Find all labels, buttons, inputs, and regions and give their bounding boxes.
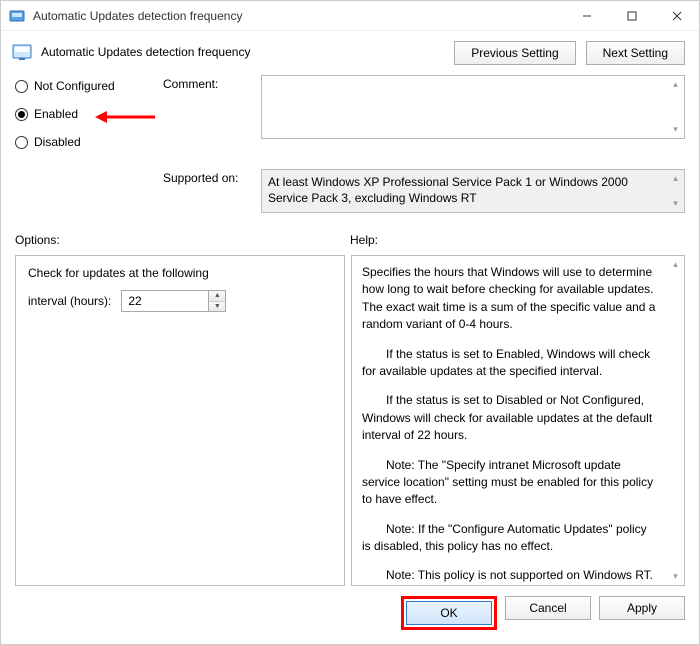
section-labels: Options: Help: [1,213,699,251]
previous-setting-button[interactable]: Previous Setting [454,41,575,65]
help-paragraph: Note: If the "Configure Automatic Update… [362,521,658,556]
help-paragraph: If the status is set to Disabled or Not … [362,392,658,444]
window-title: Automatic Updates detection frequency [33,9,564,23]
policy-icon [11,41,33,63]
scrollbar[interactable]: ▴ ▾ [667,76,684,138]
scroll-up-icon[interactable]: ▴ [667,170,684,187]
options-text: Check for updates at the following [28,266,332,280]
annotation-arrow [95,110,155,124]
comment-textarea[interactable]: ▴ ▾ [261,75,685,139]
scrollbar[interactable]: ▴ ▾ [667,256,684,585]
comment-label: Comment: [163,75,253,91]
scrollbar[interactable]: ▴ ▾ [667,170,684,212]
spin-up-icon[interactable]: ▲ [209,291,225,302]
meta-fields: Comment: ▴ ▾ Supported on: At least Wind… [163,75,685,213]
scroll-down-icon[interactable]: ▾ [667,121,684,138]
cancel-button[interactable]: Cancel [505,596,591,620]
config-area: Not Configured Enabled Disabled Comment: [1,69,699,213]
help-label: Help: [350,233,685,247]
radio-not-configured[interactable]: Not Configured [15,79,145,93]
apply-button[interactable]: Apply [599,596,685,620]
header: Automatic Updates detection frequency Pr… [1,31,699,69]
supported-on-text: At least Windows XP Professional Service… [268,175,628,205]
window-buttons [564,1,699,30]
radio-icon [15,108,28,121]
scroll-up-icon[interactable]: ▴ [667,76,684,93]
scroll-down-icon[interactable]: ▾ [667,195,684,212]
policy-title: Automatic Updates detection frequency [41,45,250,59]
radio-label: Disabled [34,135,81,149]
app-icon [9,8,25,24]
dialog-window: Automatic Updates detection frequency [0,0,700,645]
ok-button[interactable]: OK [406,601,492,625]
help-panel: Specifies the hours that Windows will us… [351,255,685,586]
supported-label: Supported on: [163,169,253,185]
options-label: Options: [15,233,350,247]
titlebar: Automatic Updates detection frequency [1,1,699,31]
minimize-button[interactable] [564,1,609,30]
help-paragraph: If the status is set to Enabled, Windows… [362,346,658,381]
maximize-button[interactable] [609,1,654,30]
spin-down-icon[interactable]: ▼ [209,302,225,312]
interval-label: interval (hours): [28,294,111,308]
radio-icon [15,80,28,93]
radio-icon [15,136,28,149]
help-paragraph: Specifies the hours that Windows will us… [362,264,658,334]
dialog-footer: OK Cancel Apply [1,586,699,644]
help-paragraph: Note: The "Specify intranet Microsoft up… [362,457,658,509]
radio-label: Not Configured [34,79,115,93]
supported-on-box: At least Windows XP Professional Service… [261,169,685,213]
help-paragraph: Note: This policy is not supported on Wi… [362,567,658,586]
interval-spinner[interactable]: ▲ ▼ [121,290,226,312]
content-panes: Check for updates at the following inter… [1,251,699,586]
radio-disabled[interactable]: Disabled [15,135,145,149]
scroll-up-icon[interactable]: ▴ [667,256,684,273]
next-setting-button[interactable]: Next Setting [586,41,685,65]
scroll-down-icon[interactable]: ▾ [667,568,684,585]
state-radio-group: Not Configured Enabled Disabled [15,75,145,213]
options-panel: Check for updates at the following inter… [15,255,345,586]
close-button[interactable] [654,1,699,30]
interval-input[interactable] [122,291,208,311]
annotation-highlight: OK [401,596,497,630]
radio-label: Enabled [34,107,78,121]
